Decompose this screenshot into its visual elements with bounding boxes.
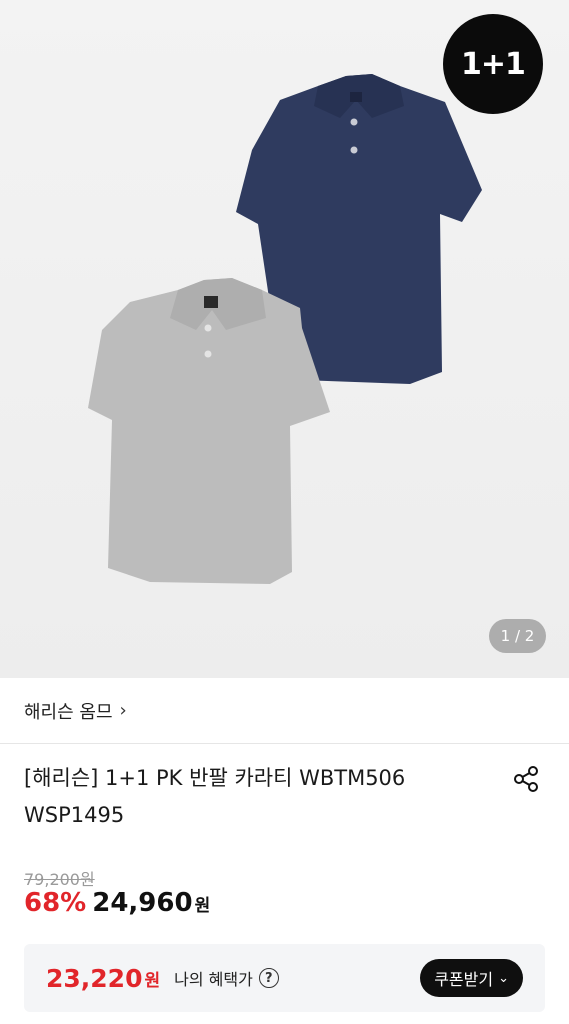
brand-row: 해리슨 옴므 › (0, 678, 569, 744)
benefit-price-unit: 원 (144, 970, 161, 991)
help-icon[interactable]: ? (258, 968, 279, 988)
price-row: 68% 24,960 원 (24, 888, 210, 918)
discount-rate: 68% (24, 888, 87, 918)
sale-price-unit: 원 (194, 896, 211, 916)
benefit-label: 나의 혜택가 (174, 970, 253, 989)
sale-price: 24,960 (92, 888, 193, 918)
chevron-down-icon: ⌄ (498, 970, 509, 986)
chevron-right-icon: › (119, 700, 127, 721)
product-image-gallery[interactable]: 1+1 1 / 2 (0, 0, 569, 678)
share-button[interactable] (510, 763, 542, 795)
benefit-price-box: 23,220 원 나의 혜택가 ? 쿠폰받기 ⌄ (24, 944, 545, 1012)
coupon-download-button[interactable]: 쿠폰받기 ⌄ (420, 959, 523, 997)
coupon-button-label: 쿠폰받기 (434, 970, 494, 989)
share-icon (514, 766, 538, 792)
benefit-price: 23,220 (46, 963, 143, 993)
original-price: 79,200원 (24, 870, 95, 889)
image-page-indicator: 1 / 2 (489, 619, 546, 653)
gray-polo-shirt-image (88, 278, 330, 584)
brand-name: 해리슨 옴므 (24, 701, 113, 723)
promo-badge: 1+1 (443, 14, 543, 114)
product-title: [해리슨] 1+1 PK 반팔 카라티 WBTM506 WSP1495 (24, 766, 406, 827)
brand-link[interactable]: 해리슨 옴므 › (24, 698, 127, 724)
